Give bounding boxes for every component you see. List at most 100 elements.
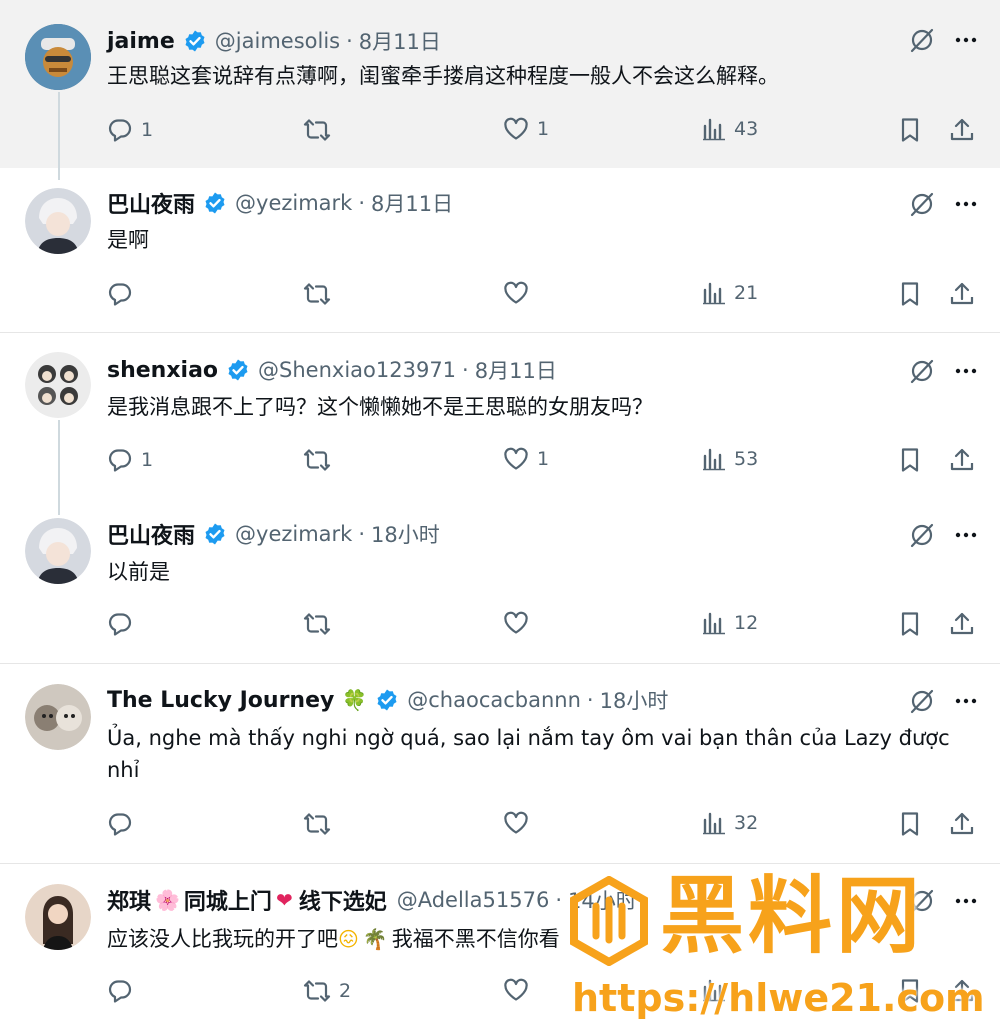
bookmark-button[interactable] <box>899 117 921 143</box>
author-name-part3[interactable]: 线下选妃 <box>299 884 387 916</box>
reply-button[interactable] <box>107 281 141 307</box>
reply-button[interactable]: 1 <box>107 117 153 143</box>
views-count: 12 <box>734 612 759 634</box>
reply-icon <box>107 611 133 637</box>
share-icon <box>949 281 975 307</box>
heart-icon <box>503 811 529 835</box>
share-button[interactable] <box>949 281 975 307</box>
avatar[interactable] <box>25 684 91 750</box>
tweet-header: The Lucky Journey 🍀 @chaocacbannn · 18小时 <box>107 683 668 717</box>
retweet-button[interactable] <box>303 447 339 473</box>
reply-button[interactable] <box>107 611 141 637</box>
reply-button[interactable]: 1 <box>107 447 153 473</box>
avatar[interactable] <box>25 352 91 418</box>
tweet-top-actions <box>908 521 978 549</box>
views-button[interactable] <box>702 978 734 1002</box>
timestamp[interactable]: 8月11日 <box>359 26 441 56</box>
face-emoji: 😖 <box>338 927 359 951</box>
retweet-button[interactable]: 2 <box>303 978 351 1004</box>
tweet-top-actions <box>908 887 978 915</box>
tweet-header: 巴山夜雨 @yezimark · 18小时 <box>107 517 440 551</box>
retweet-button[interactable] <box>303 117 339 143</box>
author-handle[interactable]: @Adella51576 <box>397 888 550 912</box>
timestamp[interactable]: 14小时 <box>568 885 637 915</box>
grok-icon[interactable] <box>908 190 936 218</box>
author-name-part1[interactable]: 郑琪 <box>107 884 151 916</box>
divider <box>0 332 1000 333</box>
retweet-count: 2 <box>339 980 352 1002</box>
tweet-text-part1: 应该没人比我玩的开了吧 <box>107 927 338 951</box>
author-handle[interactable]: @yezimark <box>235 191 352 215</box>
palm-tree-emoji: 🌴 <box>362 927 388 951</box>
tweet-text: Ủa, nghe mà thấy nghi ngờ quá, sao lại n… <box>107 726 950 782</box>
timestamp[interactable]: 8月11日 <box>371 188 453 218</box>
reply-count: 1 <box>141 119 154 141</box>
avatar[interactable] <box>25 188 91 254</box>
author-name[interactable]: shenxiao <box>107 358 218 383</box>
tweet-header: 郑琪 🌸 同城上门 ❤ 线下选妃 @Adella51576 · 14小时 <box>107 883 637 917</box>
views-button[interactable]: 53 <box>702 447 758 471</box>
like-button[interactable]: 1 <box>503 117 549 141</box>
author-name-part2[interactable]: 同城上门 <box>184 884 272 916</box>
like-button[interactable]: 1 <box>503 447 549 471</box>
retweet-button[interactable] <box>303 281 339 307</box>
thread-line <box>58 420 60 515</box>
bookmark-button[interactable] <box>899 281 921 307</box>
timestamp[interactable]: 18小时 <box>371 519 440 549</box>
timestamp[interactable]: 8月11日 <box>475 355 557 385</box>
grok-icon[interactable] <box>908 887 936 915</box>
grok-icon[interactable] <box>908 687 936 715</box>
author-name[interactable]: 巴山夜雨 <box>107 518 195 550</box>
more-icon[interactable] <box>954 192 978 216</box>
author-handle[interactable]: @yezimark <box>235 522 352 546</box>
bookmark-button[interactable] <box>899 611 921 637</box>
author-name[interactable]: jaime <box>107 29 175 54</box>
bookmark-button[interactable] <box>899 978 921 1004</box>
share-button[interactable] <box>949 611 975 637</box>
reply-button[interactable] <box>107 978 141 1004</box>
tweet-top-actions <box>908 26 978 54</box>
more-icon[interactable] <box>954 359 978 383</box>
share-button[interactable] <box>949 978 975 1004</box>
author-name[interactable]: The Lucky Journey <box>107 688 334 713</box>
share-button[interactable] <box>949 447 975 473</box>
separator-dot: · <box>462 358 469 382</box>
author-handle[interactable]: @Shenxiao123971 <box>258 358 456 382</box>
avatar[interactable] <box>25 884 91 950</box>
avatar[interactable] <box>25 518 91 584</box>
bookmark-button[interactable] <box>899 811 921 837</box>
share-button[interactable] <box>949 811 975 837</box>
avatar[interactable] <box>25 24 91 90</box>
like-button[interactable] <box>503 978 537 1002</box>
tweet-actions: 12 <box>107 611 977 641</box>
tweet-text: 是啊 <box>107 228 149 252</box>
views-icon <box>702 447 726 471</box>
divider <box>0 663 1000 664</box>
views-button[interactable]: 32 <box>702 811 758 835</box>
author-name[interactable]: 巴山夜雨 <box>107 187 195 219</box>
views-button[interactable]: 43 <box>702 117 758 141</box>
grok-icon[interactable] <box>908 26 936 54</box>
more-icon[interactable] <box>954 889 978 913</box>
reply-button[interactable] <box>107 811 141 837</box>
more-icon[interactable] <box>954 28 978 52</box>
bookmark-button[interactable] <box>899 447 921 473</box>
like-button[interactable] <box>503 611 537 635</box>
more-icon[interactable] <box>954 523 978 547</box>
grok-icon[interactable] <box>908 357 936 385</box>
heart-icon <box>503 447 529 471</box>
more-icon[interactable] <box>954 689 978 713</box>
tweet-top-actions <box>908 190 978 218</box>
views-button[interactable]: 21 <box>702 281 758 305</box>
grok-icon[interactable] <box>908 521 936 549</box>
author-handle[interactable]: @jaimesolis <box>215 29 340 53</box>
share-icon <box>949 447 975 473</box>
views-button[interactable]: 12 <box>702 611 758 635</box>
like-button[interactable] <box>503 281 537 305</box>
like-button[interactable] <box>503 811 537 835</box>
share-button[interactable] <box>949 117 975 143</box>
timestamp[interactable]: 18小时 <box>600 685 669 715</box>
retweet-button[interactable] <box>303 811 339 837</box>
author-handle[interactable]: @chaocacbannn <box>407 688 581 712</box>
retweet-button[interactable] <box>303 611 339 637</box>
